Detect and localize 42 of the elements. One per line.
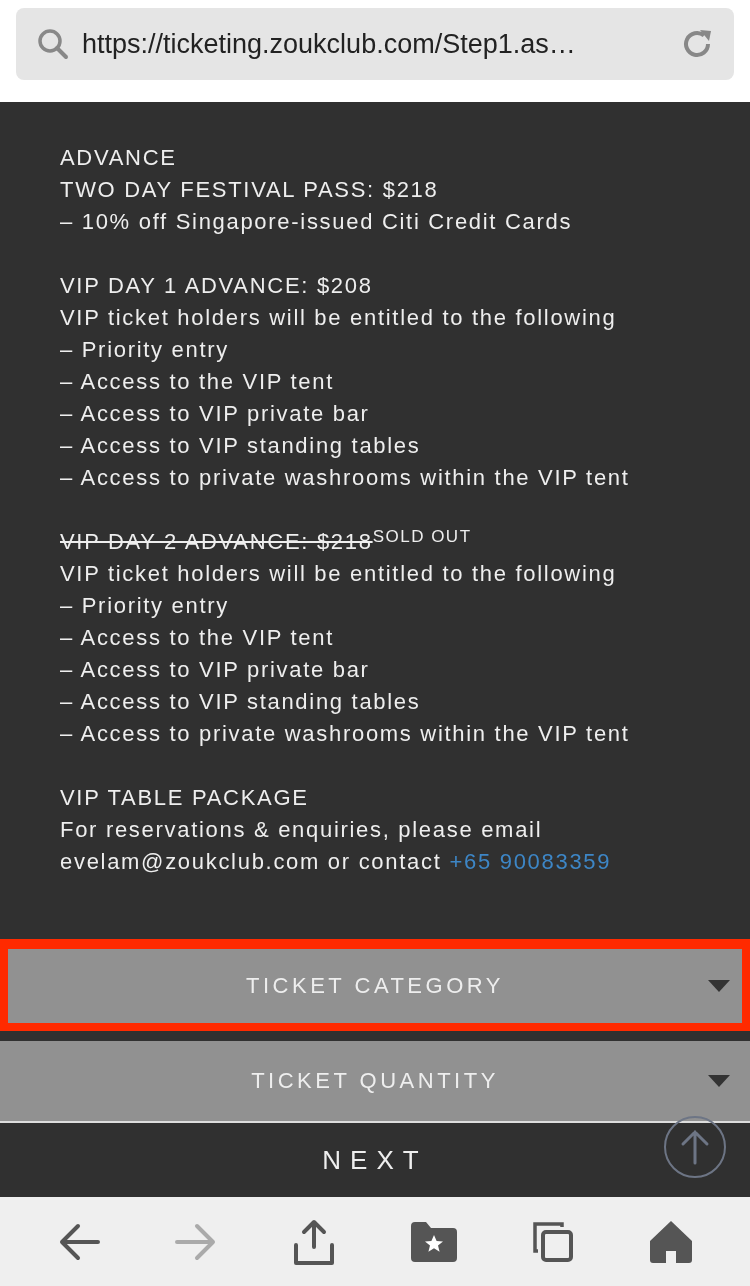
ticket-detail: – Access to VIP private bar: [60, 400, 371, 428]
ticket-title: VIP TABLE PACKAGE: [60, 784, 309, 812]
up-arrow-icon: [680, 1129, 710, 1165]
ticket-detail: VIP ticket holders will be entitled to the following: [60, 304, 618, 332]
ticket-detail: – 10% off Singapore-issued Citi Credit Cards: [60, 208, 574, 236]
ticket-detail: – Access to VIP standing tables: [60, 688, 422, 716]
scroll-top-button[interactable]: [664, 1116, 726, 1178]
ticket-dropdown[interactable]: TICKET QUANTITY: [0, 1041, 750, 1121]
home-icon: [650, 1220, 693, 1263]
url-text: https://ticketing.zoukclub.com/Step1.as…: [82, 28, 577, 60]
ticket-detail: – Access to VIP standing tables: [60, 432, 422, 460]
ticket-detail: – Priority entry: [60, 592, 231, 620]
ticket-detail: – Access to private washrooms within the VIP tent: [60, 720, 631, 748]
share-button[interactable]: [293, 1218, 336, 1265]
home-button[interactable]: [650, 1220, 693, 1263]
ticket-detail: TWO DAY FESTIVAL PASS: $218: [60, 176, 440, 204]
address-bar[interactable]: https://ticketing.zoukclub.com/Step1.as…: [16, 8, 734, 80]
ticket-detail: – Access to VIP private bar: [60, 656, 371, 684]
back-arrow-icon: [57, 1221, 100, 1262]
ticket-title: VIP DAY 1 ADVANCE: $208: [60, 272, 373, 300]
ticket-detail: VIP ticket holders will be entitled to the following: [60, 560, 618, 588]
ticket-detail: – Access to private washrooms within the VIP tent: [60, 464, 631, 492]
caret-icon: [708, 980, 730, 992]
ticket-detail: – Priority entry: [60, 336, 231, 364]
forward-arrow-icon: [175, 1221, 218, 1262]
ticket-detail: – Access to the VIP tent: [60, 624, 335, 652]
ticket-detail: – Access to the VIP tent: [60, 368, 335, 396]
ticket-detail: For reservations & enquiries, please email: [60, 816, 544, 844]
back-button[interactable]: [57, 1221, 100, 1262]
ticket-dropdown[interactable]: TICKET CATEGORY: [0, 939, 750, 1031]
tabs-icon: [532, 1220, 575, 1263]
share-icon: [293, 1218, 336, 1265]
caret-icon: [708, 1075, 730, 1087]
star-folder-icon: [410, 1221, 457, 1262]
bookmarks-button[interactable]: [410, 1221, 457, 1262]
contact-text: evelam@zoukclub.com or contact: [60, 848, 442, 876]
ticket-title: VIP DAY 2 ADVANCE: $218: [60, 528, 373, 556]
sold-out-label: SOLD OUT: [372, 526, 472, 546]
tabs-button[interactable]: [532, 1220, 575, 1263]
phone-link[interactable]: +65 90083359: [449, 846, 612, 878]
search-icon: [36, 27, 70, 61]
ticket-title: ADVANCE: [60, 144, 177, 172]
